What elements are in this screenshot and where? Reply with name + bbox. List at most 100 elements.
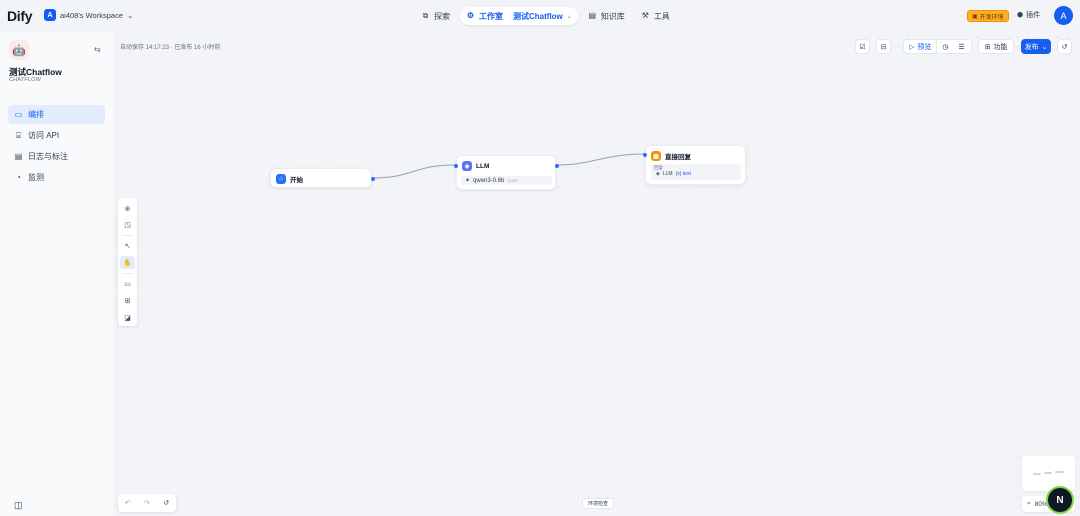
node-llm-title: LLM xyxy=(476,162,490,170)
organize-icon: ⊞ xyxy=(124,297,131,305)
edge-start-llm xyxy=(372,164,456,179)
workspace-name: ai408's Workspace xyxy=(60,10,123,20)
minimap[interactable] xyxy=(1022,456,1075,491)
top-bar: Dify A ai408's Workspace ⌄ ⧉ 探索 ⚙ 工作室 测试… xyxy=(0,0,1080,32)
orchestrate-icon: ▭ xyxy=(14,109,23,119)
organize-nodes-button[interactable]: ⊞ xyxy=(120,294,135,307)
logs-icon: ▤ xyxy=(14,151,23,161)
plus-circle-icon: ⊕ xyxy=(124,205,131,213)
env-badge-label: 开发环境 xyxy=(979,14,1004,21)
canvas-tool-palette: ⊕ ◳ ↖ ✋ ▭ ⊞ ◪ xyxy=(118,198,137,326)
studio-icon: ⚙ xyxy=(466,11,475,20)
explore-icon: ⧉ xyxy=(422,11,429,20)
autosave-status: 自动保存 14:17:23 · 已发布 16 小时前 xyxy=(120,45,221,51)
app-type: CHATFLOW xyxy=(9,77,42,83)
sidebar-menu: ▭ 编排 ⌸ 访问 API ▤ 日志与标注 ◔ 监测 xyxy=(8,105,105,189)
node-start[interactable]: ⌂ 开始 xyxy=(270,168,375,188)
app-robot-icon: 🤖 xyxy=(9,40,29,60)
sidebar-item-label: 监测 xyxy=(28,173,44,182)
history-icon: ◷ xyxy=(942,43,949,51)
model-provider-icon: ✶ xyxy=(465,178,471,184)
minimap-node xyxy=(1044,472,1052,474)
node-llm-header: ◈ LLM xyxy=(462,161,489,171)
layout-button[interactable]: ⊟ xyxy=(876,39,891,54)
plugins-button[interactable]: ⬢ 插件 xyxy=(1017,10,1040,20)
minimap-icon: ◪ xyxy=(124,314,131,322)
preview-button[interactable]: ▷ 预览 xyxy=(904,40,938,53)
monitor-icon: ◔ xyxy=(16,172,21,182)
node-answer-title: 直接回复 xyxy=(665,154,691,161)
answer-content: 回复 ◈ LLM {x} text xyxy=(651,164,741,180)
sidebar-item-api[interactable]: ⌸ 访问 API xyxy=(8,126,105,145)
app-settings-icon[interactable]: ⇆ xyxy=(94,45,101,54)
dify-logo[interactable]: Dify xyxy=(7,8,33,24)
sidebar-item-monitor[interactable]: ◔ 监测 xyxy=(8,168,105,187)
checklist-button[interactable]: ☑ xyxy=(855,39,870,54)
node-answer-input-handle[interactable] xyxy=(643,153,647,157)
sidebar-item-label: 编排 xyxy=(28,110,44,119)
tools-icon: ⚒ xyxy=(641,11,649,20)
add-note-button[interactable]: ◳ xyxy=(120,218,135,231)
answer-var-source: LLM xyxy=(662,171,673,177)
history-icon[interactable]: ↺ xyxy=(163,499,169,507)
sidebar-item-logs[interactable]: ▤ 日志与标注 xyxy=(8,147,105,166)
nav-studio[interactable]: ⚙ 工作室 测试Chatflow ⌄ xyxy=(460,7,578,25)
node-llm-output-handle[interactable] xyxy=(555,164,559,168)
features-button[interactable]: ⊞ 功能 xyxy=(978,39,1014,54)
minimap-node xyxy=(1055,471,1064,473)
version-history-button[interactable]: ↺ xyxy=(1057,39,1072,54)
zoom-icon: ⌕ xyxy=(1027,500,1031,507)
cursor-icon: ↖ xyxy=(124,242,131,250)
redo-icon[interactable]: ↷ xyxy=(144,499,150,507)
palette-divider xyxy=(122,235,133,236)
current-app-switcher[interactable]: 测试Chatflow xyxy=(513,11,563,22)
llm-small-icon: ◈ xyxy=(656,171,660,177)
layout-icon: ⊟ xyxy=(880,43,887,51)
node-answer-header: ▣ 直接回复 xyxy=(651,151,691,161)
pointer-mode-button[interactable]: ↖ xyxy=(120,239,135,252)
nav-studio-label: 工作室 xyxy=(479,11,503,21)
nav-knowledge-label: 知识库 xyxy=(600,11,625,21)
zoom-level: 80% xyxy=(1034,500,1048,508)
workflow-canvas[interactable]: 自动保存 14:17:23 · 已发布 16 小时前 ☑ ⊟ ▷ 预览 ◷ ☰ … xyxy=(113,32,1080,516)
publish-button[interactable]: 发布 ⌄ xyxy=(1021,39,1051,54)
features-icon: ⊞ xyxy=(984,43,991,51)
nav-tools[interactable]: ⚒ 工具 xyxy=(635,7,676,25)
answer-var-name: {x} text xyxy=(675,171,691,177)
undo-redo-bar: ↶ ↷ ↺ xyxy=(118,494,176,512)
variables-button[interactable]: ☰ xyxy=(954,40,970,53)
export-image-button[interactable]: ▭ xyxy=(120,277,135,290)
user-avatar[interactable]: A xyxy=(1054,6,1073,25)
sidebar-item-orchestrate[interactable]: ▭ 编排 xyxy=(8,105,105,124)
node-start-output-handle[interactable] xyxy=(371,177,375,181)
llm-icon: ◈ xyxy=(462,161,472,171)
collapse-sidebar-icon[interactable]: ◫ xyxy=(14,500,23,511)
plugin-icon: ⬢ xyxy=(1017,12,1024,19)
home-icon: ⌂ xyxy=(276,174,286,184)
history-icon: ↺ xyxy=(1061,43,1068,51)
add-node-button[interactable]: ⊕ xyxy=(120,202,135,215)
image-icon: ▭ xyxy=(124,280,131,288)
node-answer[interactable]: ▣ 直接回复 回复 ◈ LLM {x} text xyxy=(643,145,746,185)
node-llm[interactable]: ◈ LLM ✶ qwen3-0.6b CHAT xyxy=(454,155,559,190)
run-history-button[interactable]: ◷ xyxy=(937,40,953,53)
env-icon: ▣ xyxy=(972,13,978,20)
undo-icon[interactable]: ↶ xyxy=(125,499,131,507)
chevron-down-icon: ⌄ xyxy=(127,10,134,20)
minimap-toggle-button[interactable]: ◪ xyxy=(120,311,135,324)
assistant-bubble[interactable]: N xyxy=(1048,488,1072,512)
model-mode-badge: CHAT xyxy=(507,178,518,183)
answer-variable: ◈ LLM {x} text xyxy=(656,171,691,177)
note-icon: ◳ xyxy=(124,221,131,229)
publish-label: 发布 xyxy=(1024,43,1039,51)
plugins-label: 插件 xyxy=(1026,12,1041,19)
env-check-button[interactable]: 环境检查 xyxy=(582,498,615,509)
workspace-switcher[interactable]: A ai408's Workspace ⌄ xyxy=(44,9,133,21)
hand-mode-button[interactable]: ✋ xyxy=(120,256,135,269)
features-label: 功能 xyxy=(993,43,1008,51)
node-llm-input-handle[interactable] xyxy=(454,164,458,168)
api-icon: ⌸ xyxy=(16,130,21,140)
nav-explore[interactable]: ⧉ 探索 xyxy=(415,7,456,25)
nav-knowledge[interactable]: ▤ 知识库 xyxy=(582,7,631,25)
main-nav: ⧉ 探索 ⚙ 工作室 测试Chatflow ⌄ ▤ 知识库 ⚒ 工具 xyxy=(415,7,676,25)
